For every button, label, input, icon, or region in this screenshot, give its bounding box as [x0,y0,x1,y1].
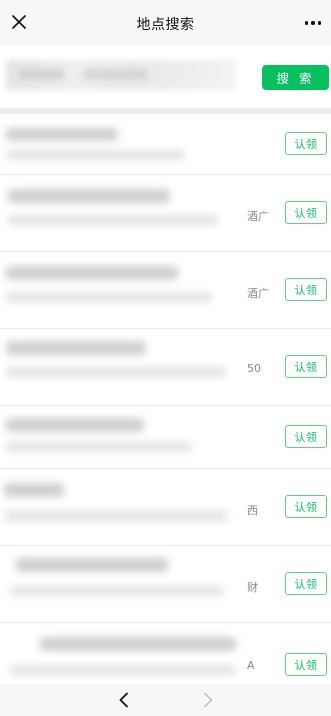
claim-button[interactable]: 认领 [285,495,327,518]
list-item[interactable]: A 认领 [0,623,331,693]
blurred-place-info [0,546,250,622]
place-address-tail: 酒广 [247,287,269,300]
search-row: 搜 索 [0,46,331,108]
claim-button[interactable]: 认领 [285,355,327,378]
page-title: 地点搜索 [136,17,195,33]
bottom-navbar [0,684,331,716]
more-icon[interactable] [301,11,325,35]
chevron-left-icon[interactable] [114,690,134,710]
claim-button[interactable]: 认领 [285,278,327,301]
blurred-place-info [0,329,250,405]
list-item[interactable]: 西 认领 [0,469,331,546]
claim-button[interactable]: 认领 [285,425,327,448]
list-item[interactable]: 认领 [0,114,331,175]
claim-button[interactable]: 认领 [285,201,327,224]
blurred-place-info [0,175,250,251]
top-navbar: 地点搜索 [0,0,331,46]
place-address-tail: A [247,659,255,672]
place-address-tail: 财 [247,581,258,594]
list-item[interactable]: 酒广 认领 [0,252,331,329]
claim-button[interactable]: 认领 [285,572,327,595]
blurred-place-info [0,406,250,468]
search-input-blurred[interactable] [6,60,236,90]
list-item[interactable]: 认领 [0,406,331,469]
location-search-page: 地点搜索 搜 索 认领 酒广 认领 酒广 认领 50 认领 认领 西 认领 财 … [0,0,331,716]
place-address-tail: 西 [247,504,258,517]
search-button[interactable]: 搜 索 [262,65,329,90]
claim-button[interactable]: 认领 [285,653,327,676]
blurred-place-info [0,623,250,693]
blurred-place-info [0,114,250,174]
blurred-place-info [0,252,250,328]
claim-button[interactable]: 认领 [285,132,327,155]
list-item[interactable]: 酒广 认领 [0,175,331,252]
list-item[interactable]: 财 认领 [0,546,331,623]
blurred-place-info [0,469,250,545]
results-list: 认领 酒广 认领 酒广 认领 50 认领 认领 西 认领 财 认领 A 认领 [0,114,331,693]
list-item[interactable]: 50 认领 [0,329,331,406]
chevron-right-icon[interactable] [198,690,218,710]
place-address-tail: 酒广 [247,210,269,223]
place-address-tail: 50 [247,362,261,375]
